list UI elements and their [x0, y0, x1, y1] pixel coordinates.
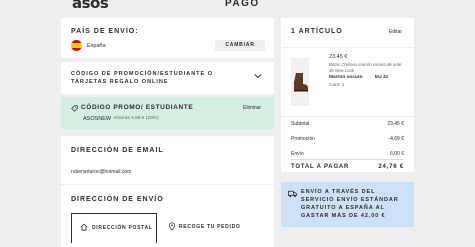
- item-name[interactable]: Botas Chelsea marrón oscuro de ante de N…: [329, 62, 404, 73]
- header: asos PAGO: [0, 0, 475, 14]
- spain-flag-icon: [71, 40, 82, 51]
- email-value: rubenarturoc@hotmail.com: [71, 169, 132, 175]
- divider: [291, 159, 404, 160]
- pickup-option-label: RECOGE TU PEDIDO: [179, 224, 241, 230]
- product-thumbnail[interactable]: [291, 58, 309, 106]
- boot-image-icon: [294, 73, 308, 92]
- summary-label: Subtotal: [291, 121, 310, 127]
- tag-icon: [71, 105, 78, 112]
- edit-bag-link[interactable]: Editar: [389, 29, 402, 35]
- summary-value: 6,00 €: [390, 151, 404, 157]
- location-pin-icon: [168, 222, 176, 231]
- total-label: TOTAL A PAGAR: [291, 164, 350, 170]
- remove-promo-link[interactable]: Eliminar: [243, 105, 261, 111]
- summary-label: Envío: [291, 151, 304, 157]
- applied-promo-section: CÓDIGO PROMO/ ESTUDIANTE Eliminar ASOSNE…: [61, 97, 274, 129]
- item-quantity: Cant: 1: [329, 83, 345, 88]
- home-icon: [80, 223, 88, 231]
- chevron-down-icon[interactable]: [254, 72, 262, 80]
- applied-promo-title: CÓDIGO PROMO/ ESTUDIANTE: [81, 104, 194, 111]
- truck-icon: [288, 190, 297, 198]
- item-color: Marrón oscuro: [329, 75, 363, 80]
- change-country-button[interactable]: CAMBIAR: [215, 40, 265, 51]
- item-count-title: 1 ARTÍCULO: [291, 28, 343, 35]
- asos-logo[interactable]: asos: [72, 0, 109, 12]
- total-row: TOTAL A PAGAR 24,76 €: [291, 164, 404, 170]
- shipping-section: DIRECCIÓN DE ENVÍO DIRECCIÓN POSTAL RECO…: [61, 185, 274, 247]
- item-price: 23,45 €: [329, 54, 348, 60]
- postal-address-option[interactable]: DIRECCIÓN POSTAL: [71, 213, 157, 243]
- email-section: DIRECCIÓN DE EMAIL rubenarturoc@hotmail.…: [61, 136, 274, 184]
- email-label: DIRECCIÓN DE EMAIL: [71, 147, 164, 154]
- total-value: 24,76 €: [378, 164, 404, 170]
- divider: [281, 47, 414, 48]
- summary-row-subtotal: Subtotal 23,45 €: [291, 121, 404, 127]
- summary-value: -4,69 €: [388, 136, 404, 142]
- pickup-option[interactable]: RECOGE TU PEDIDO: [161, 213, 261, 243]
- free-shipping-banner: ENVÍO A TRAVÉS DEL SERVICIO ENVÍO ESTÁND…: [281, 182, 414, 227]
- summary-value: 23,45 €: [387, 121, 404, 127]
- country-label: PAÍS DE ENVÍO:: [71, 28, 139, 35]
- country-section: PAÍS DE ENVÍO: España CAMBIAR: [61, 18, 274, 58]
- promo-saving-text: Ahorras 4,69 € (20%): [113, 116, 159, 121]
- postal-address-option-label: DIRECCIÓN POSTAL: [92, 225, 153, 231]
- summary-row-shipping: Envío 6,00 €: [291, 151, 404, 157]
- promo-code-label: CÓDIGO DE PROMOCIÓN/ESTUDIANTE O TARJETA…: [71, 71, 214, 85]
- summary-label: Promoción: [291, 136, 315, 142]
- free-shipping-text: ENVÍO A TRAVÉS DEL SERVICIO ENVÍO ESTÁND…: [301, 189, 399, 219]
- order-summary: 1 ARTÍCULO Editar 23,45 € Botas Chelsea …: [281, 18, 414, 172]
- page-title: PAGO: [225, 0, 260, 9]
- summary-row-promotion: Promoción -4,69 €: [291, 136, 404, 142]
- country-name: España: [87, 43, 106, 49]
- item-size: EU 41: [375, 75, 389, 80]
- promo-code-section[interactable]: CÓDIGO DE PROMOCIÓN/ESTUDIANTE O TARJETA…: [61, 62, 274, 94]
- shipping-label: DIRECCIÓN DE ENVÍO: [71, 196, 164, 203]
- divider: [281, 116, 414, 117]
- promo-code-value: ASOSNEW: [83, 116, 112, 122]
